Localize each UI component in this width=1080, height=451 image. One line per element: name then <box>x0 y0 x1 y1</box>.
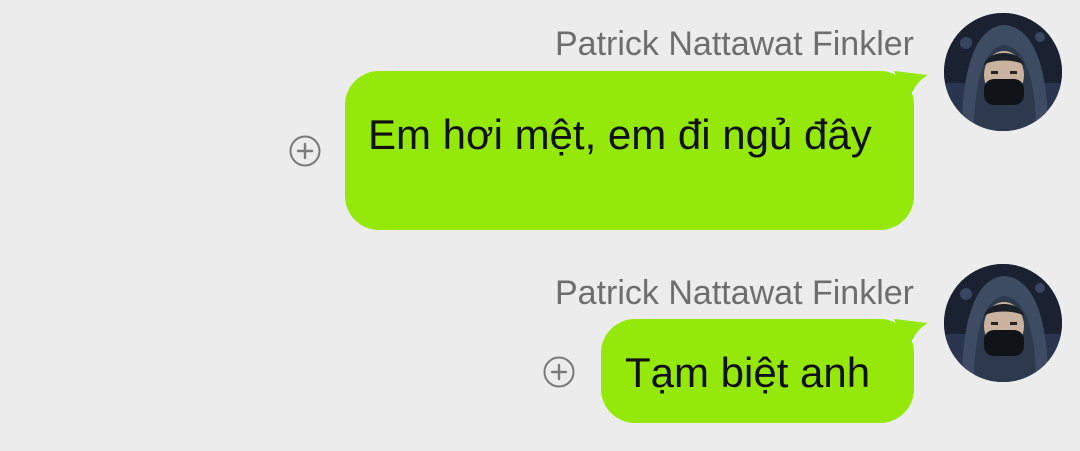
add-reaction-icon <box>289 135 321 167</box>
message-group: Patrick Nattawat Finkler Em hơi mệt, em … <box>0 0 1080 240</box>
avatar[interactable] <box>944 13 1062 131</box>
sender-name: Patrick Nattawat Finkler <box>555 25 914 63</box>
add-reaction-icon <box>543 356 575 388</box>
hooded-person-avatar-icon <box>944 13 1062 131</box>
message-bubble[interactable]: Tạm biệt anh <box>601 319 928 423</box>
avatar[interactable] <box>944 264 1062 382</box>
add-reaction-button[interactable] <box>543 356 575 388</box>
bubble-tail <box>894 71 928 101</box>
message-text: Tạm biệt anh <box>625 349 871 396</box>
message-bubble[interactable]: Em hơi mệt, em đi ngủ đây <box>345 71 928 230</box>
add-reaction-button[interactable] <box>289 135 321 167</box>
message-group: Patrick Nattawat Finkler Tạm biệt anh <box>0 250 1080 451</box>
sender-name: Patrick Nattawat Finkler <box>555 274 914 312</box>
chat-thread: Patrick Nattawat Finkler Em hơi mệt, em … <box>0 0 1080 451</box>
hooded-person-avatar-icon <box>944 264 1062 382</box>
message-text: Em hơi mệt, em đi ngủ đây <box>368 111 872 158</box>
bubble-tail <box>894 319 928 349</box>
